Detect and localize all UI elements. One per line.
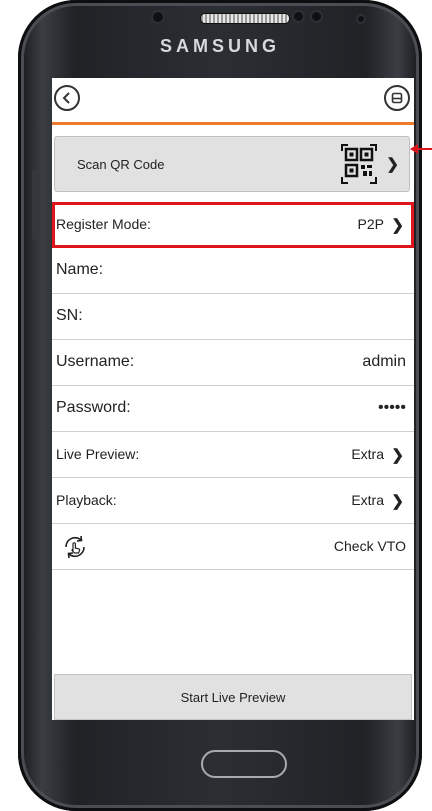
device-settings-list: Register Mode: P2P ❯ Name: SN: Username:… xyxy=(52,202,414,570)
top-bar xyxy=(52,78,414,125)
password-value: ••••• xyxy=(377,399,406,416)
home-button[interactable] xyxy=(201,750,287,778)
name-row[interactable]: Name: xyxy=(52,248,414,294)
playback-row[interactable]: Playback: Extra ❯ xyxy=(52,478,414,524)
name-label: Name: xyxy=(56,261,104,278)
start-live-preview-button[interactable]: Start Live Preview xyxy=(54,674,412,720)
notification-led xyxy=(358,16,364,22)
front-camera xyxy=(153,12,163,22)
chevron-right-icon: ❯ xyxy=(391,217,404,234)
save-icon xyxy=(391,92,403,104)
app-screen: Scan QR Code ❯ Register Mode: P2P ❯ Name… xyxy=(52,78,414,720)
playback-label: Playback: xyxy=(56,492,117,508)
live-preview-row[interactable]: Live Preview: Extra ❯ xyxy=(52,432,414,478)
rotate-hand-icon xyxy=(65,535,85,559)
volume-button xyxy=(32,170,38,240)
proximity-sensor xyxy=(294,12,303,21)
live-preview-value: Extra xyxy=(351,446,384,462)
chevron-right-icon: ❯ xyxy=(386,156,399,173)
back-button[interactable] xyxy=(54,85,80,111)
username-row[interactable]: Username: admin xyxy=(52,340,414,386)
password-label: Password: xyxy=(56,399,131,416)
password-row[interactable]: Password: ••••• xyxy=(52,386,414,432)
save-button[interactable] xyxy=(384,85,410,111)
check-vto-row[interactable]: Check VTO xyxy=(52,524,414,570)
register-mode-value: P2P xyxy=(357,216,384,232)
annotation-arrow-head xyxy=(410,144,418,154)
register-mode-label: Register Mode: xyxy=(56,216,151,232)
sn-label: SN: xyxy=(56,307,83,324)
brand-logo: SAMSUNG xyxy=(159,36,280,56)
username-value: admin xyxy=(362,353,406,370)
register-mode-row[interactable]: Register Mode: P2P ❯ xyxy=(52,202,414,248)
chevron-left-icon xyxy=(62,92,70,104)
light-sensor xyxy=(312,12,321,21)
live-preview-label: Live Preview: xyxy=(56,446,140,462)
chevron-right-icon: ❯ xyxy=(391,493,404,510)
playback-value: Extra xyxy=(351,492,384,508)
check-vto-label: Check VTO xyxy=(333,538,406,554)
sn-row[interactable]: SN: xyxy=(52,294,414,340)
earpiece-speaker xyxy=(200,13,290,24)
username-label: Username: xyxy=(56,353,135,370)
qr-code-icon xyxy=(341,144,377,184)
chevron-right-icon: ❯ xyxy=(391,447,404,464)
scan-qr-code-label: Scan QR Code xyxy=(77,157,165,172)
scan-qr-code-row[interactable]: Scan QR Code ❯ xyxy=(54,136,410,192)
